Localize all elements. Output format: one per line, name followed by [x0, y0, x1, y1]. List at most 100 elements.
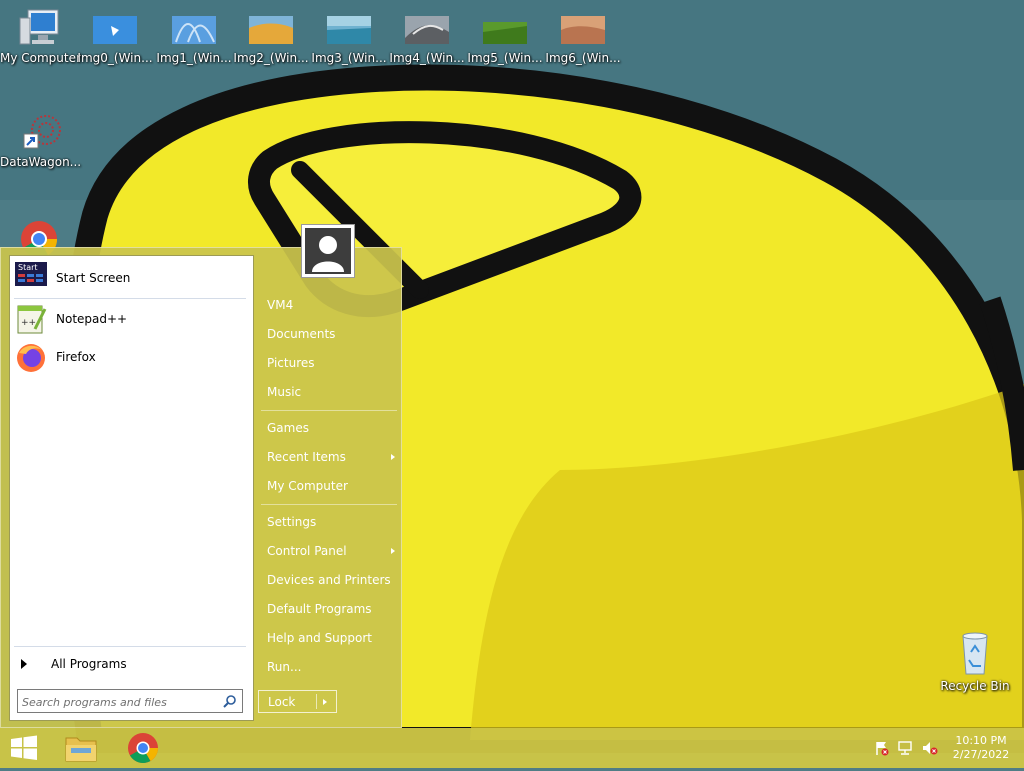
- search-input[interactable]: [20, 692, 219, 712]
- place-label: Control Panel: [267, 544, 347, 558]
- recycle-bin-icon: [962, 632, 988, 675]
- place-default-programs[interactable]: Default Programs: [263, 598, 399, 620]
- desktop-icon-datawagon[interactable]: DataWagon...: [0, 112, 82, 169]
- place-devices-and-printers[interactable]: Devices and Printers: [263, 569, 399, 591]
- image-thumbnail-icon: [405, 16, 449, 44]
- desktop-icon-img0[interactable]: Img0_(Win...: [75, 8, 155, 65]
- place-label: Run...: [267, 660, 302, 674]
- desktop-icon-label: Img3_(Win...: [311, 51, 387, 65]
- place-pictures[interactable]: Pictures: [263, 352, 399, 374]
- desktop-icon-label: Img0_(Win...: [77, 51, 153, 65]
- desktop-icon-img4[interactable]: Img4_(Win...: [387, 8, 467, 65]
- submenu-arrow-icon: [391, 454, 395, 460]
- start-badge-text: Start: [18, 263, 38, 272]
- desktop-icon-my-computer[interactable]: My Computer: [0, 8, 81, 65]
- lock-label: Lock: [268, 695, 296, 709]
- place-label: Devices and Printers: [267, 573, 391, 587]
- desktop-icon-label: Recycle Bin: [940, 679, 1010, 693]
- desktop-icon-img1[interactable]: Img1_(Win...: [154, 8, 234, 65]
- system-clock[interactable]: 10:10 PM 2/27/2022: [946, 734, 1016, 762]
- separator: [261, 410, 397, 411]
- place-label: My Computer: [267, 479, 348, 493]
- image-thumbnail-icon: [327, 16, 371, 44]
- desktop-icon-label: Img5_(Win...: [467, 51, 543, 65]
- network-icon[interactable]: [898, 740, 914, 756]
- start-button[interactable]: [0, 728, 48, 768]
- program-label: Firefox: [56, 350, 96, 364]
- desktop-icon-img5[interactable]: Img5_(Win...: [465, 8, 545, 65]
- place-label: VM4: [267, 298, 294, 312]
- desktop-icon-recycle-bin[interactable]: Recycle Bin: [935, 630, 1015, 693]
- place-settings[interactable]: Settings: [263, 511, 399, 533]
- program-firefox[interactable]: Firefox: [15, 340, 245, 374]
- place-run[interactable]: Run...: [263, 656, 399, 678]
- place-user-folder[interactable]: VM4: [263, 294, 399, 316]
- shortcut-icon: [23, 115, 61, 149]
- all-programs-label: All Programs: [51, 657, 127, 671]
- place-label: Games: [267, 421, 309, 435]
- place-music[interactable]: Music: [263, 381, 399, 403]
- windows-start-icon: [11, 735, 37, 760]
- program-start-screen[interactable]: Start Start Screen: [15, 261, 245, 295]
- desktop-icon-label: Img1_(Win...: [156, 51, 232, 65]
- taskbar-file-explorer[interactable]: [57, 728, 105, 768]
- user-avatar-icon: [312, 236, 344, 272]
- search-icon[interactable]: [223, 694, 237, 708]
- image-thumbnail-icon: [93, 16, 137, 44]
- place-label: Documents: [267, 327, 336, 341]
- notification-area: [872, 740, 942, 756]
- place-label: Recent Items: [267, 450, 346, 464]
- desktop-icon-label: Img4_(Win...: [389, 51, 465, 65]
- divider: [316, 694, 317, 709]
- start-menu-programs-pane: Start Start Screen ++ Notepad++ Firefox: [9, 255, 254, 721]
- chrome-icon: [128, 733, 158, 764]
- program-notepadpp[interactable]: ++ Notepad++: [15, 302, 245, 336]
- separator: [261, 504, 397, 505]
- program-label: Start Screen: [56, 271, 131, 285]
- place-help-and-support[interactable]: Help and Support: [263, 627, 399, 649]
- search-box: [17, 689, 243, 713]
- desktop-icon-img6[interactable]: Img6_(Win...: [543, 8, 623, 65]
- user-account-picture[interactable]: [301, 224, 355, 278]
- notepadpp-icon: ++: [17, 305, 47, 334]
- start-menu: Start Start Screen ++ Notepad++ Firefox: [0, 224, 402, 728]
- place-label: Help and Support: [267, 631, 372, 645]
- place-games[interactable]: Games: [263, 417, 399, 439]
- desktop-icon-img2[interactable]: Img2_(Win...: [231, 8, 311, 65]
- taskbar: 10:10 PM 2/27/2022: [0, 728, 1024, 768]
- svg-text:++: ++: [21, 318, 36, 328]
- desktop-icon-label: Img2_(Win...: [233, 51, 309, 65]
- action-center-flag-icon[interactable]: [874, 740, 890, 756]
- place-label: Pictures: [267, 356, 315, 370]
- all-programs-button[interactable]: All Programs: [18, 654, 246, 674]
- image-thumbnail-icon: [483, 22, 527, 44]
- clock-date: 2/27/2022: [952, 748, 1010, 761]
- firefox-icon: [17, 344, 45, 372]
- image-thumbnail-icon: [172, 16, 216, 44]
- place-label: Settings: [267, 515, 317, 529]
- clock-time: 10:10 PM: [955, 734, 1007, 747]
- lock-button[interactable]: Lock: [258, 690, 337, 713]
- power-options-arrow-icon[interactable]: [323, 699, 327, 705]
- place-label: Default Programs: [267, 602, 372, 616]
- image-thumbnail-icon: [561, 16, 605, 44]
- desktop-icon-label: My Computer: [0, 51, 81, 65]
- file-explorer-icon: [65, 737, 97, 762]
- place-my-computer[interactable]: My Computer: [263, 475, 399, 497]
- place-control-panel[interactable]: Control Panel: [263, 540, 399, 562]
- place-recent-items[interactable]: Recent Items: [263, 446, 399, 468]
- triangle-right-icon: [21, 659, 27, 669]
- desktop-icon-label: Img6_(Win...: [545, 51, 621, 65]
- volume-muted-icon[interactable]: [922, 740, 938, 756]
- computer-icon: [19, 9, 59, 45]
- separator: [14, 646, 246, 647]
- place-documents[interactable]: Documents: [263, 323, 399, 345]
- image-thumbnail-icon: [249, 16, 293, 44]
- separator: [14, 298, 246, 299]
- taskbar-chrome[interactable]: [119, 728, 167, 768]
- desktop-icon-img3[interactable]: Img3_(Win...: [309, 8, 389, 65]
- program-label: Notepad++: [56, 312, 128, 326]
- submenu-arrow-icon: [391, 548, 395, 554]
- start-screen-icon: Start: [15, 262, 47, 286]
- desktop-icon-label: DataWagon...: [0, 155, 82, 169]
